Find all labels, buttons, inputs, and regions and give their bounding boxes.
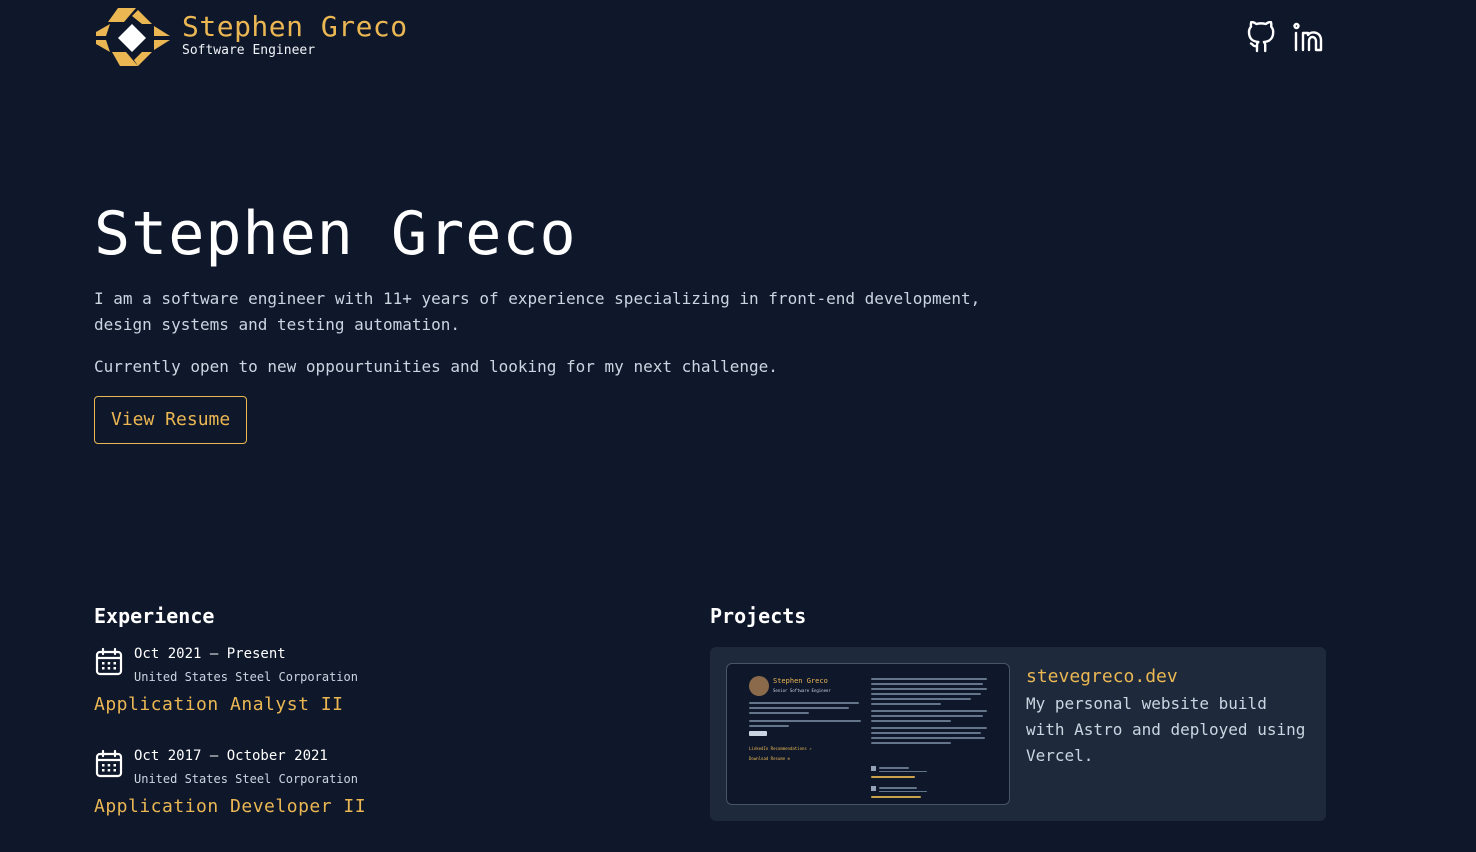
site-header: Stephen Greco Software Engineer: [94, 6, 1326, 70]
calendar-icon: [95, 749, 123, 778]
experience-role-link[interactable]: Application Analyst II: [94, 691, 343, 719]
thumbnail-role: Senior Software Engineer: [773, 688, 831, 693]
experience-section: Experience Oct 2021 – Present United Sta…: [94, 603, 654, 821]
brand-text: Stephen Greco Software Engineer: [182, 10, 408, 58]
project-name-link[interactable]: stevegreco.dev: [1026, 666, 1178, 687]
project-thumbnail[interactable]: Stephen Greco Senior Software Engineer L…: [726, 663, 1010, 805]
brand-name: Stephen Greco: [182, 10, 408, 43]
experience-role-link[interactable]: Application Developer II: [94, 793, 366, 821]
logo-icon: [96, 8, 170, 66]
github-icon: [1247, 21, 1275, 53]
experience-title: Experience: [94, 604, 215, 628]
experience-item: Oct 2017 – October 2021 United States St…: [94, 745, 654, 821]
experience-company: United States Steel Corporation: [134, 670, 358, 684]
linkedin-link[interactable]: [1292, 20, 1326, 54]
view-resume-button[interactable]: View Resume: [94, 396, 248, 444]
hero-status: Currently open to new oppourtunities and…: [94, 357, 778, 376]
projects-section: Projects Stephen Greco Senior Software E…: [710, 603, 1326, 821]
thumbnail-avatar: [749, 676, 769, 696]
thumbnail-link-resume: Download Resume ⊕: [749, 756, 790, 761]
linkedin-icon: [1293, 22, 1323, 52]
project-info: stevegreco.dev My personal website build…: [1026, 663, 1310, 769]
experience-item: Oct 2021 – Present United States Steel C…: [94, 643, 654, 719]
projects-title: Projects: [710, 604, 807, 628]
experience-meta: Oct 2021 – Present United States Steel C…: [94, 643, 654, 689]
hero-intro: I am a software engineer with 11+ years …: [94, 289, 981, 334]
experience-company: United States Steel Corporation: [134, 772, 358, 786]
experience-meta: Oct 2017 – October 2021 United States St…: [94, 745, 654, 791]
github-link[interactable]: [1244, 20, 1278, 54]
calendar-icon: [95, 647, 123, 676]
thumbnail-name: Stephen Greco: [773, 677, 828, 685]
hero-title: Stephen Greco: [94, 199, 577, 269]
page: Stephen Greco Software Engineer Stephen …: [0, 0, 1476, 852]
thumbnail-link-recommendations: LinkedIn Recommendations ↗: [749, 746, 812, 751]
experience-dates: Oct 2021 – Present: [134, 646, 286, 662]
hero-section: Stephen Greco I am a software engineer w…: [94, 196, 1014, 444]
project-description: My personal website build with Astro and…: [1026, 694, 1306, 765]
experience-dates: Oct 2017 – October 2021: [134, 748, 328, 764]
social-links: [1244, 20, 1326, 54]
brand[interactable]: Stephen Greco Software Engineer: [94, 6, 408, 68]
project-card: Stephen Greco Senior Software Engineer L…: [710, 647, 1326, 821]
brand-role: Software Engineer: [182, 43, 316, 58]
